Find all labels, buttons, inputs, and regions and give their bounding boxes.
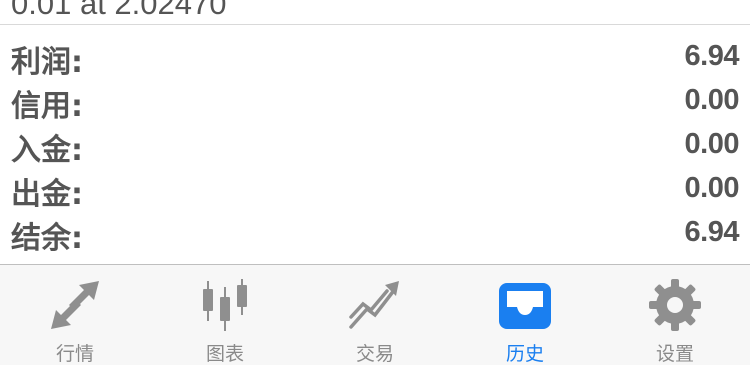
tab-chart-label: 图表 <box>205 343 244 365</box>
tab-settings-label: 设置 <box>655 343 694 365</box>
balance-label: 结余: <box>11 221 83 256</box>
order-line: 0.01 at 2.02470 <box>11 0 227 21</box>
account-summary: 利润: 6.94 信用: 0.00 入金: 0.00 出金: 0.00 结余: … <box>0 34 750 256</box>
tab-quotes-label: 行情 <box>55 343 94 365</box>
summary-row-credit: 信用: 0.00 <box>0 78 750 124</box>
gear-icon <box>649 279 701 331</box>
tab-chart[interactable]: 图表 <box>150 265 300 365</box>
deposit-label: 入金: <box>11 133 83 168</box>
tab-history[interactable]: 历史 <box>450 265 600 365</box>
tab-bar: 行情 图表 交易 历史 设置 <box>0 264 750 365</box>
withdrawal-label: 出金: <box>11 177 83 212</box>
deposit-value: 0.00 <box>684 128 740 160</box>
divider <box>0 24 750 25</box>
candlestick-chart-icon <box>203 279 247 331</box>
summary-row-deposit: 入金: 0.00 <box>0 122 750 168</box>
summary-row-withdrawal: 出金: 0.00 <box>0 166 750 212</box>
trade-trend-icon <box>349 281 399 329</box>
summary-row-profit: 利润: 6.94 <box>0 34 750 80</box>
tab-history-label: 历史 <box>505 343 544 365</box>
withdrawal-value: 0.00 <box>684 172 740 204</box>
quotes-arrows-icon <box>51 281 99 329</box>
summary-row-balance: 结余: 6.94 <box>0 210 750 256</box>
tab-trade-label: 交易 <box>355 343 394 365</box>
balance-value: 6.94 <box>684 216 740 248</box>
credit-value: 0.00 <box>684 84 740 116</box>
profit-label: 利润: <box>11 45 83 80</box>
credit-label: 信用: <box>11 89 83 124</box>
profit-value: 6.94 <box>684 40 740 72</box>
history-inbox-icon <box>499 283 551 329</box>
tab-quotes[interactable]: 行情 <box>0 265 150 365</box>
tab-settings[interactable]: 设置 <box>600 265 750 365</box>
tab-trade[interactable]: 交易 <box>300 265 450 365</box>
